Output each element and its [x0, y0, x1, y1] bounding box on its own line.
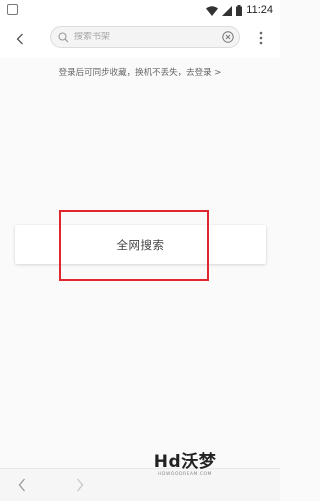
search-input[interactable]: [74, 32, 222, 42]
battery-icon: [236, 1, 243, 20]
nav-forward-button[interactable]: [76, 477, 84, 496]
status-bar: 11:24: [0, 0, 280, 20]
nav-back-button[interactable]: [18, 477, 26, 496]
status-indicators: 11:24: [206, 2, 273, 18]
chevron-left-icon: [16, 30, 24, 49]
close-circle-icon: [222, 28, 234, 47]
watermark-text: Hd沃梦: [153, 452, 217, 472]
watermark-logo: Hd沃梦 HDWOODREAM.COM: [150, 452, 220, 477]
wifi-icon: [206, 1, 219, 20]
clear-search-button[interactable]: [222, 30, 234, 43]
more-vertical-icon: [259, 30, 263, 49]
notification-app-icon: [7, 4, 18, 15]
search-icon: [58, 31, 70, 43]
toolbar: [0, 20, 280, 58]
highlight-annotation-box: [59, 210, 209, 281]
back-button[interactable]: [10, 29, 30, 49]
login-prompt-link[interactable]: 登录后可同步收藏，换机不丢失，去登录 >: [0, 66, 280, 78]
more-menu-button[interactable]: [252, 29, 270, 49]
signal-icon: [222, 1, 233, 20]
watermark-subtext: HDWOODREAM.COM: [158, 472, 212, 477]
search-box[interactable]: [50, 26, 240, 48]
bottom-navigation-bar: [0, 468, 280, 501]
status-time: 11:24: [246, 4, 273, 16]
